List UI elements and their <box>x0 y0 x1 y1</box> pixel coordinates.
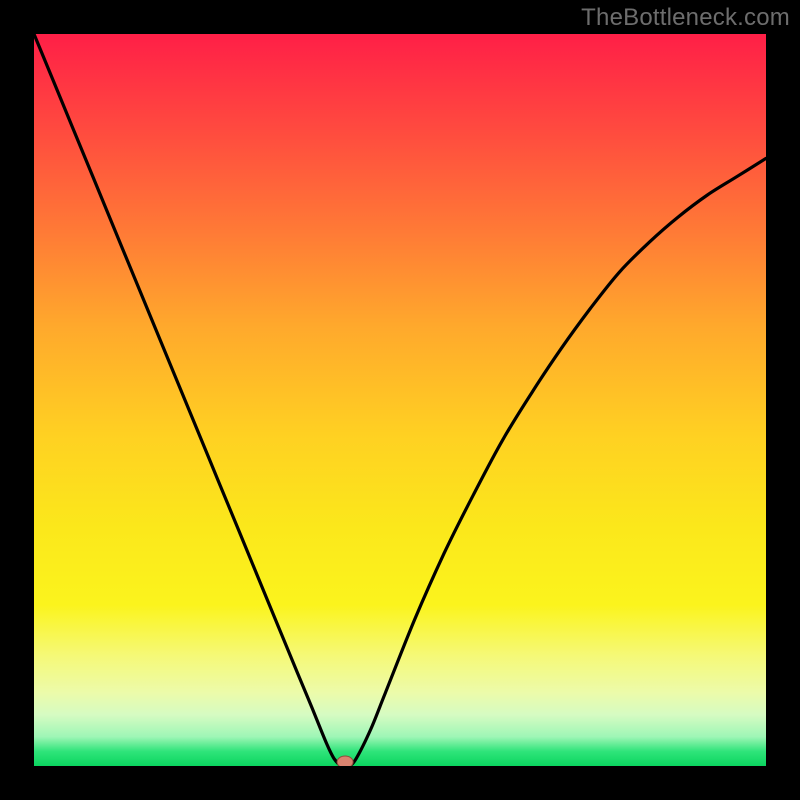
chart-container: TheBottleneck.com <box>0 0 800 800</box>
plot-area <box>34 34 766 766</box>
watermark-label: TheBottleneck.com <box>581 4 790 32</box>
bottleneck-curve <box>34 34 766 766</box>
minimum-marker <box>337 756 353 766</box>
curve-svg <box>34 34 766 766</box>
